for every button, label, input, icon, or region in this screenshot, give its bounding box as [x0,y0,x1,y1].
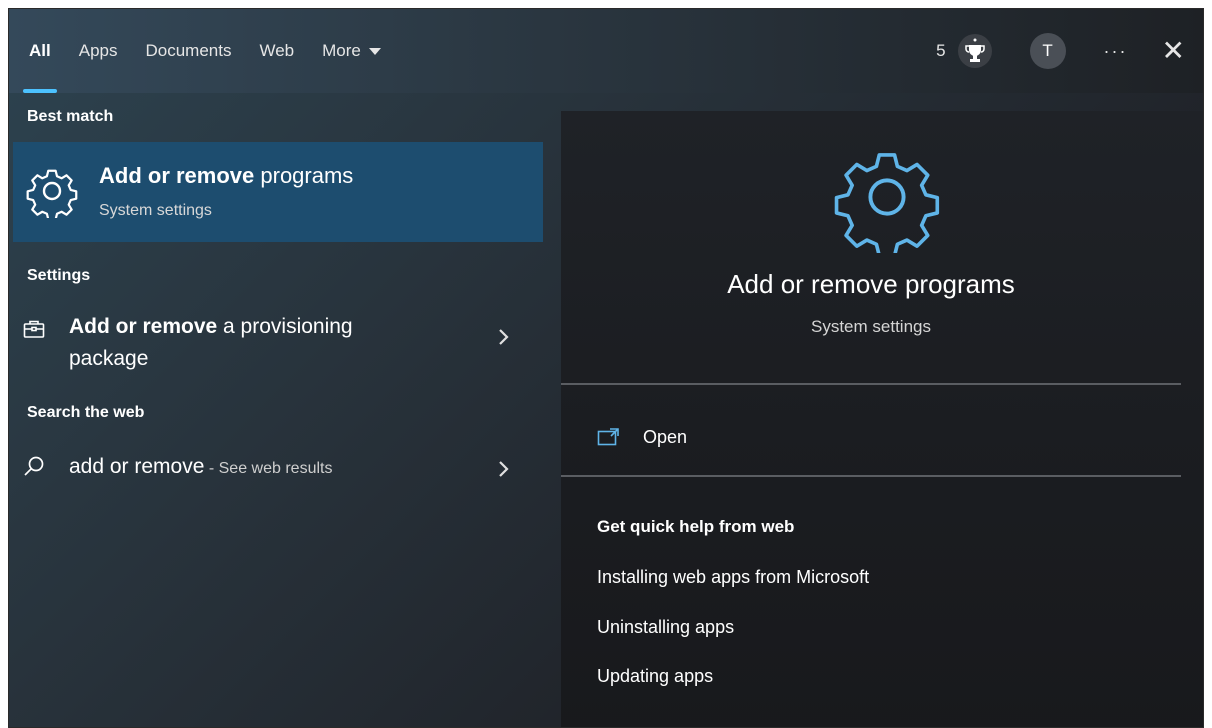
tab-more-label: More [322,41,361,60]
web-search-item[interactable]: add or remove - See web results [9,449,543,485]
open-label: Open [643,426,688,447]
quick-help-heading: Get quick help from web [597,517,795,536]
settings-item-bold: Add or remove [69,315,218,338]
gear-icon [26,169,78,218]
open-button[interactable]: Open [597,417,687,457]
tab-more[interactable]: More [322,9,381,93]
best-match-title: Add or remove programs [99,163,353,189]
briefcase-icon [23,320,45,338]
divider [561,383,1181,385]
preview-title: Add or remove programs [727,269,1015,299]
top-bar: All Apps Documents Web More 5 T ··· ✕ [9,9,1203,93]
web-search-text: add or remove - See web results [69,451,332,485]
help-link-uninstalling[interactable]: Uninstalling apps [597,617,734,638]
user-avatar[interactable]: T [1029,33,1066,69]
web-search-suffix: - See web results [204,460,333,477]
chevron-right-icon[interactable] [497,457,509,485]
tab-all[interactable]: All [23,9,57,93]
tab-documents[interactable]: Documents [145,9,231,93]
search-window: All Apps Documents Web More 5 T ··· ✕ Be… [8,8,1204,728]
preview-pane: Add or remove programs System settings O… [561,111,1203,727]
preview-subtitle: System settings [811,317,931,336]
divider [561,475,1181,477]
help-link-updating[interactable]: Updating apps [597,666,713,687]
best-match-title-bold: Add or remove [99,163,255,188]
best-match-title-rest: programs [254,163,354,188]
open-window-icon [597,428,619,446]
settings-heading: Settings [27,267,91,284]
search-web-heading: Search the web [27,404,145,421]
tab-documents-label: Documents [145,41,232,60]
tab-apps[interactable]: Apps [79,9,118,93]
best-match-heading: Best match [27,108,114,125]
web-search-query: add or remove [69,455,205,478]
best-match-item[interactable]: Add or remove programs System settings [13,142,543,242]
search-icon [24,456,44,476]
rewards-count: 5 [936,41,946,60]
tab-apps-label: Apps [78,41,118,60]
settings-item-rest: a provisioning [217,315,353,338]
rewards-trophy-icon[interactable] [957,34,992,68]
results-pane: Best match Add or remove programs System… [9,93,543,727]
tab-all-label: All [29,41,51,60]
help-link-installing[interactable]: Installing web apps from Microsoft [597,567,869,588]
header-actions: 5 T ··· ✕ [936,9,1185,93]
close-icon[interactable]: ✕ [1162,37,1185,65]
settings-item-provisioning[interactable]: Add or remove a provisioning package [9,311,543,375]
more-options-icon[interactable]: ··· [1104,41,1128,62]
avatar-initial: T [1042,41,1053,60]
caret-down-icon [368,47,381,55]
settings-item-line1: Add or remove a provisioning [69,311,353,343]
best-match-subtitle: System settings [99,202,212,219]
tab-web-label: Web [259,41,295,60]
tab-web[interactable]: Web [259,9,294,93]
settings-item-line2: package [69,347,149,370]
filter-tabs: All Apps Documents Web More [23,9,409,93]
gear-icon [834,153,940,253]
chevron-right-icon[interactable] [497,325,509,353]
